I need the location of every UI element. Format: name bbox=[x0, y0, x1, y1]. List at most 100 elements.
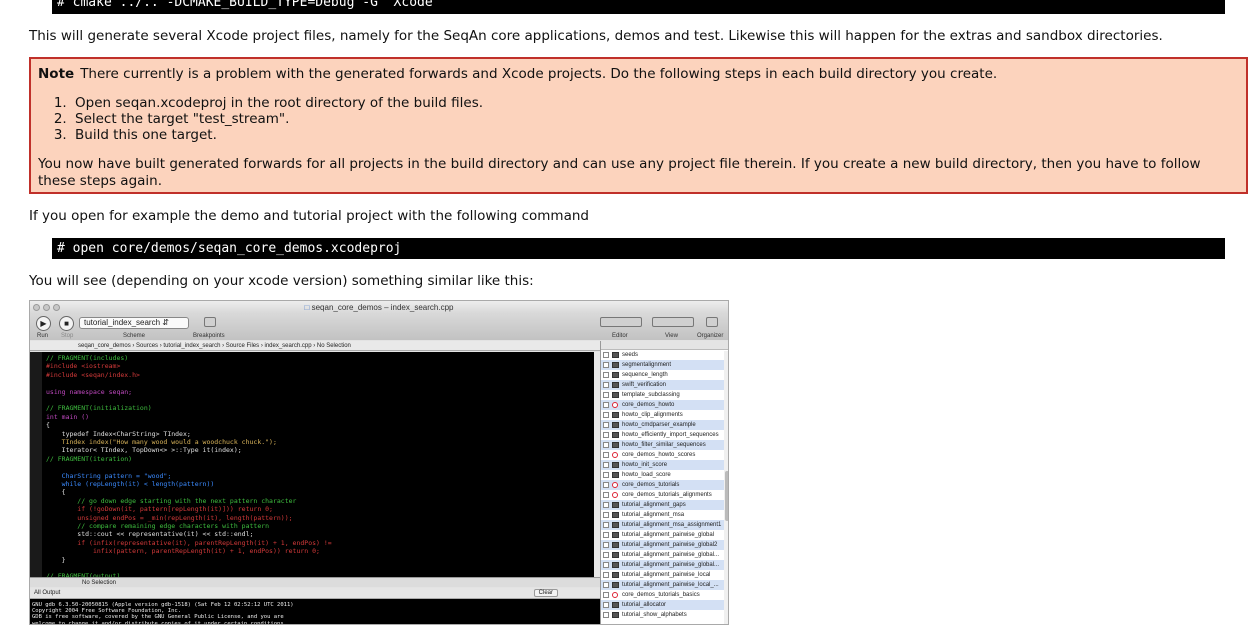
organizer-label: Organizer bbox=[697, 333, 724, 339]
organizer-button[interactable] bbox=[706, 317, 718, 327]
aggregate-target-icon bbox=[612, 492, 618, 498]
navigator-item[interactable]: core_demos_tutorials bbox=[601, 480, 728, 490]
navigator-item-label: tutorial_show_alphabets bbox=[622, 612, 687, 618]
checkbox[interactable] bbox=[603, 512, 609, 518]
debug-console[interactable]: GNU gdb 6.3.50-20050815 (Apple version g… bbox=[30, 599, 600, 625]
checkbox[interactable] bbox=[603, 432, 609, 438]
navigator-item[interactable]: howto_filter_similar_sequences bbox=[601, 440, 728, 450]
navigator-item[interactable]: tutorial_alignment_pairwise_global... bbox=[601, 550, 728, 560]
note-text: There currently is a problem with the ge… bbox=[80, 66, 998, 82]
minimize-window-icon[interactable] bbox=[43, 304, 50, 311]
checkbox[interactable] bbox=[603, 472, 609, 478]
navigator-item[interactable]: howto_load_score bbox=[601, 470, 728, 480]
navigator-item[interactable]: seeds bbox=[601, 350, 728, 360]
aggregate-target-icon bbox=[612, 482, 618, 488]
navigator-item-label: tutorial_alignment_pairwise_local bbox=[622, 572, 711, 578]
navigator-item[interactable]: template_subclassing bbox=[601, 390, 728, 400]
target-icon bbox=[612, 552, 619, 558]
navigator-item[interactable]: tutorial_allocator bbox=[601, 600, 728, 610]
navigator-item[interactable]: segmentalignment bbox=[601, 360, 728, 370]
navigator-item[interactable]: tutorial_alignment_gaps bbox=[601, 500, 728, 510]
checkbox[interactable] bbox=[603, 542, 609, 548]
checkbox[interactable] bbox=[603, 522, 609, 528]
navigator-item[interactable]: tutorial_alignment_msa bbox=[601, 510, 728, 520]
checkbox[interactable] bbox=[603, 402, 609, 408]
navigator-scroll-thumb[interactable] bbox=[725, 471, 728, 521]
code-line: typedef Index<CharString> TIndex; bbox=[46, 429, 191, 438]
navigator-item[interactable]: core_demos_howto_scores bbox=[601, 450, 728, 460]
close-window-icon[interactable] bbox=[33, 304, 40, 311]
checkbox[interactable] bbox=[603, 502, 609, 508]
navigator-item[interactable]: tutorial_alignment_pairwise_global bbox=[601, 530, 728, 540]
checkbox[interactable] bbox=[603, 572, 609, 578]
view-segment[interactable] bbox=[652, 317, 694, 327]
breakpoints-button[interactable] bbox=[204, 317, 216, 327]
navigator-item[interactable]: tutorial_alignment_pairwise_local bbox=[601, 570, 728, 580]
code-line: int main () bbox=[46, 412, 90, 421]
navigator-item[interactable]: howto_cmdparser_example bbox=[601, 420, 728, 430]
checkbox[interactable] bbox=[603, 452, 609, 458]
navigator-item-label: core_demos_howto_scores bbox=[622, 452, 696, 458]
navigator-item[interactable]: tutorial_alignment_pairwise_local_... bbox=[601, 580, 728, 590]
checkbox[interactable] bbox=[603, 492, 609, 498]
navigator-item[interactable]: tutorial_show_alphabets bbox=[601, 610, 728, 620]
aggregate-target-icon bbox=[612, 592, 618, 598]
checkbox[interactable] bbox=[603, 422, 609, 428]
navigator-scrollbar[interactable] bbox=[724, 351, 728, 624]
checkbox[interactable] bbox=[603, 612, 609, 618]
checkbox[interactable] bbox=[603, 382, 609, 388]
navigator-item[interactable]: core_demos_howto bbox=[601, 400, 728, 410]
checkbox[interactable] bbox=[603, 442, 609, 448]
navigator-item-label: segmentalignment bbox=[622, 362, 672, 368]
target-icon bbox=[612, 612, 619, 618]
checkbox[interactable] bbox=[603, 482, 609, 488]
target-icon bbox=[612, 432, 619, 438]
checkbox[interactable] bbox=[603, 412, 609, 418]
navigator-item-label: sequence_length bbox=[622, 372, 668, 378]
target-icon bbox=[612, 382, 619, 388]
checkbox[interactable] bbox=[603, 372, 609, 378]
checkbox[interactable] bbox=[603, 552, 609, 558]
checkbox[interactable] bbox=[603, 582, 609, 588]
scheme-popup[interactable]: tutorial_index_search ⇵ bbox=[79, 317, 189, 329]
editor-mode-segment[interactable] bbox=[600, 317, 642, 327]
navigator-item[interactable]: howto_clip_alignments bbox=[601, 410, 728, 420]
checkbox[interactable] bbox=[603, 352, 609, 358]
run-button[interactable]: ▶ bbox=[36, 316, 51, 331]
navigator-item[interactable]: howto_efficiently_import_sequences bbox=[601, 430, 728, 440]
checkbox[interactable] bbox=[603, 562, 609, 568]
jump-file[interactable]: index_search.cpp bbox=[265, 343, 312, 349]
jump-folder[interactable]: Sources bbox=[136, 343, 158, 349]
navigator-item[interactable]: core_demos_tutorials_basics bbox=[601, 590, 728, 600]
stop-button[interactable]: ■ bbox=[59, 316, 74, 331]
navigator-item[interactable]: sequence_length bbox=[601, 370, 728, 380]
checkbox[interactable] bbox=[603, 362, 609, 368]
console-line: welcome to change it and/or distribute c… bbox=[32, 620, 287, 625]
jump-group[interactable]: Source Files bbox=[226, 343, 259, 349]
navigator-item[interactable]: swift_verification bbox=[601, 380, 728, 390]
note-box: Note There currently is a problem with th… bbox=[29, 57, 1248, 194]
scheme-label: Scheme bbox=[123, 333, 146, 339]
navigator-item-label: tutorial_alignment_pairwise_global... bbox=[622, 552, 720, 558]
checkbox[interactable] bbox=[603, 602, 609, 608]
navigator-item[interactable]: howto_init_score bbox=[601, 460, 728, 470]
checkbox[interactable] bbox=[603, 592, 609, 598]
jump-project[interactable]: seqan_core_demos bbox=[78, 343, 131, 349]
zoom-window-icon[interactable] bbox=[53, 304, 60, 311]
navigator-item[interactable]: core_demos_tutorials_alignments bbox=[601, 490, 728, 500]
note-label: Note bbox=[38, 66, 75, 82]
navigator-item[interactable]: tutorial_alignment_pairwise_global2 bbox=[601, 540, 728, 550]
navigator-item-label: tutorial_alignment_msa bbox=[622, 512, 685, 518]
source-editor[interactable]: // FRAGMENT(includes) #include <iostream>… bbox=[30, 352, 594, 577]
checkbox[interactable] bbox=[603, 392, 609, 398]
navigator-item[interactable]: tutorial_alignment_msa_assignment1 bbox=[601, 520, 728, 530]
clear-button[interactable]: Clear bbox=[533, 589, 558, 597]
checkbox[interactable] bbox=[603, 532, 609, 538]
checkbox[interactable] bbox=[603, 462, 609, 468]
navigator-item[interactable]: tutorial_alignment_pairwise_global... bbox=[601, 560, 728, 570]
output-filter[interactable]: All Output bbox=[34, 590, 60, 596]
jump-target[interactable]: tutorial_index_search bbox=[163, 343, 220, 349]
output-bar: All Output Clear bbox=[30, 588, 600, 599]
xcode-screenshot: □ seqan_core_demos – index_search.cpp ▶ … bbox=[29, 300, 729, 625]
jump-symbol[interactable]: No Selection bbox=[317, 343, 351, 349]
